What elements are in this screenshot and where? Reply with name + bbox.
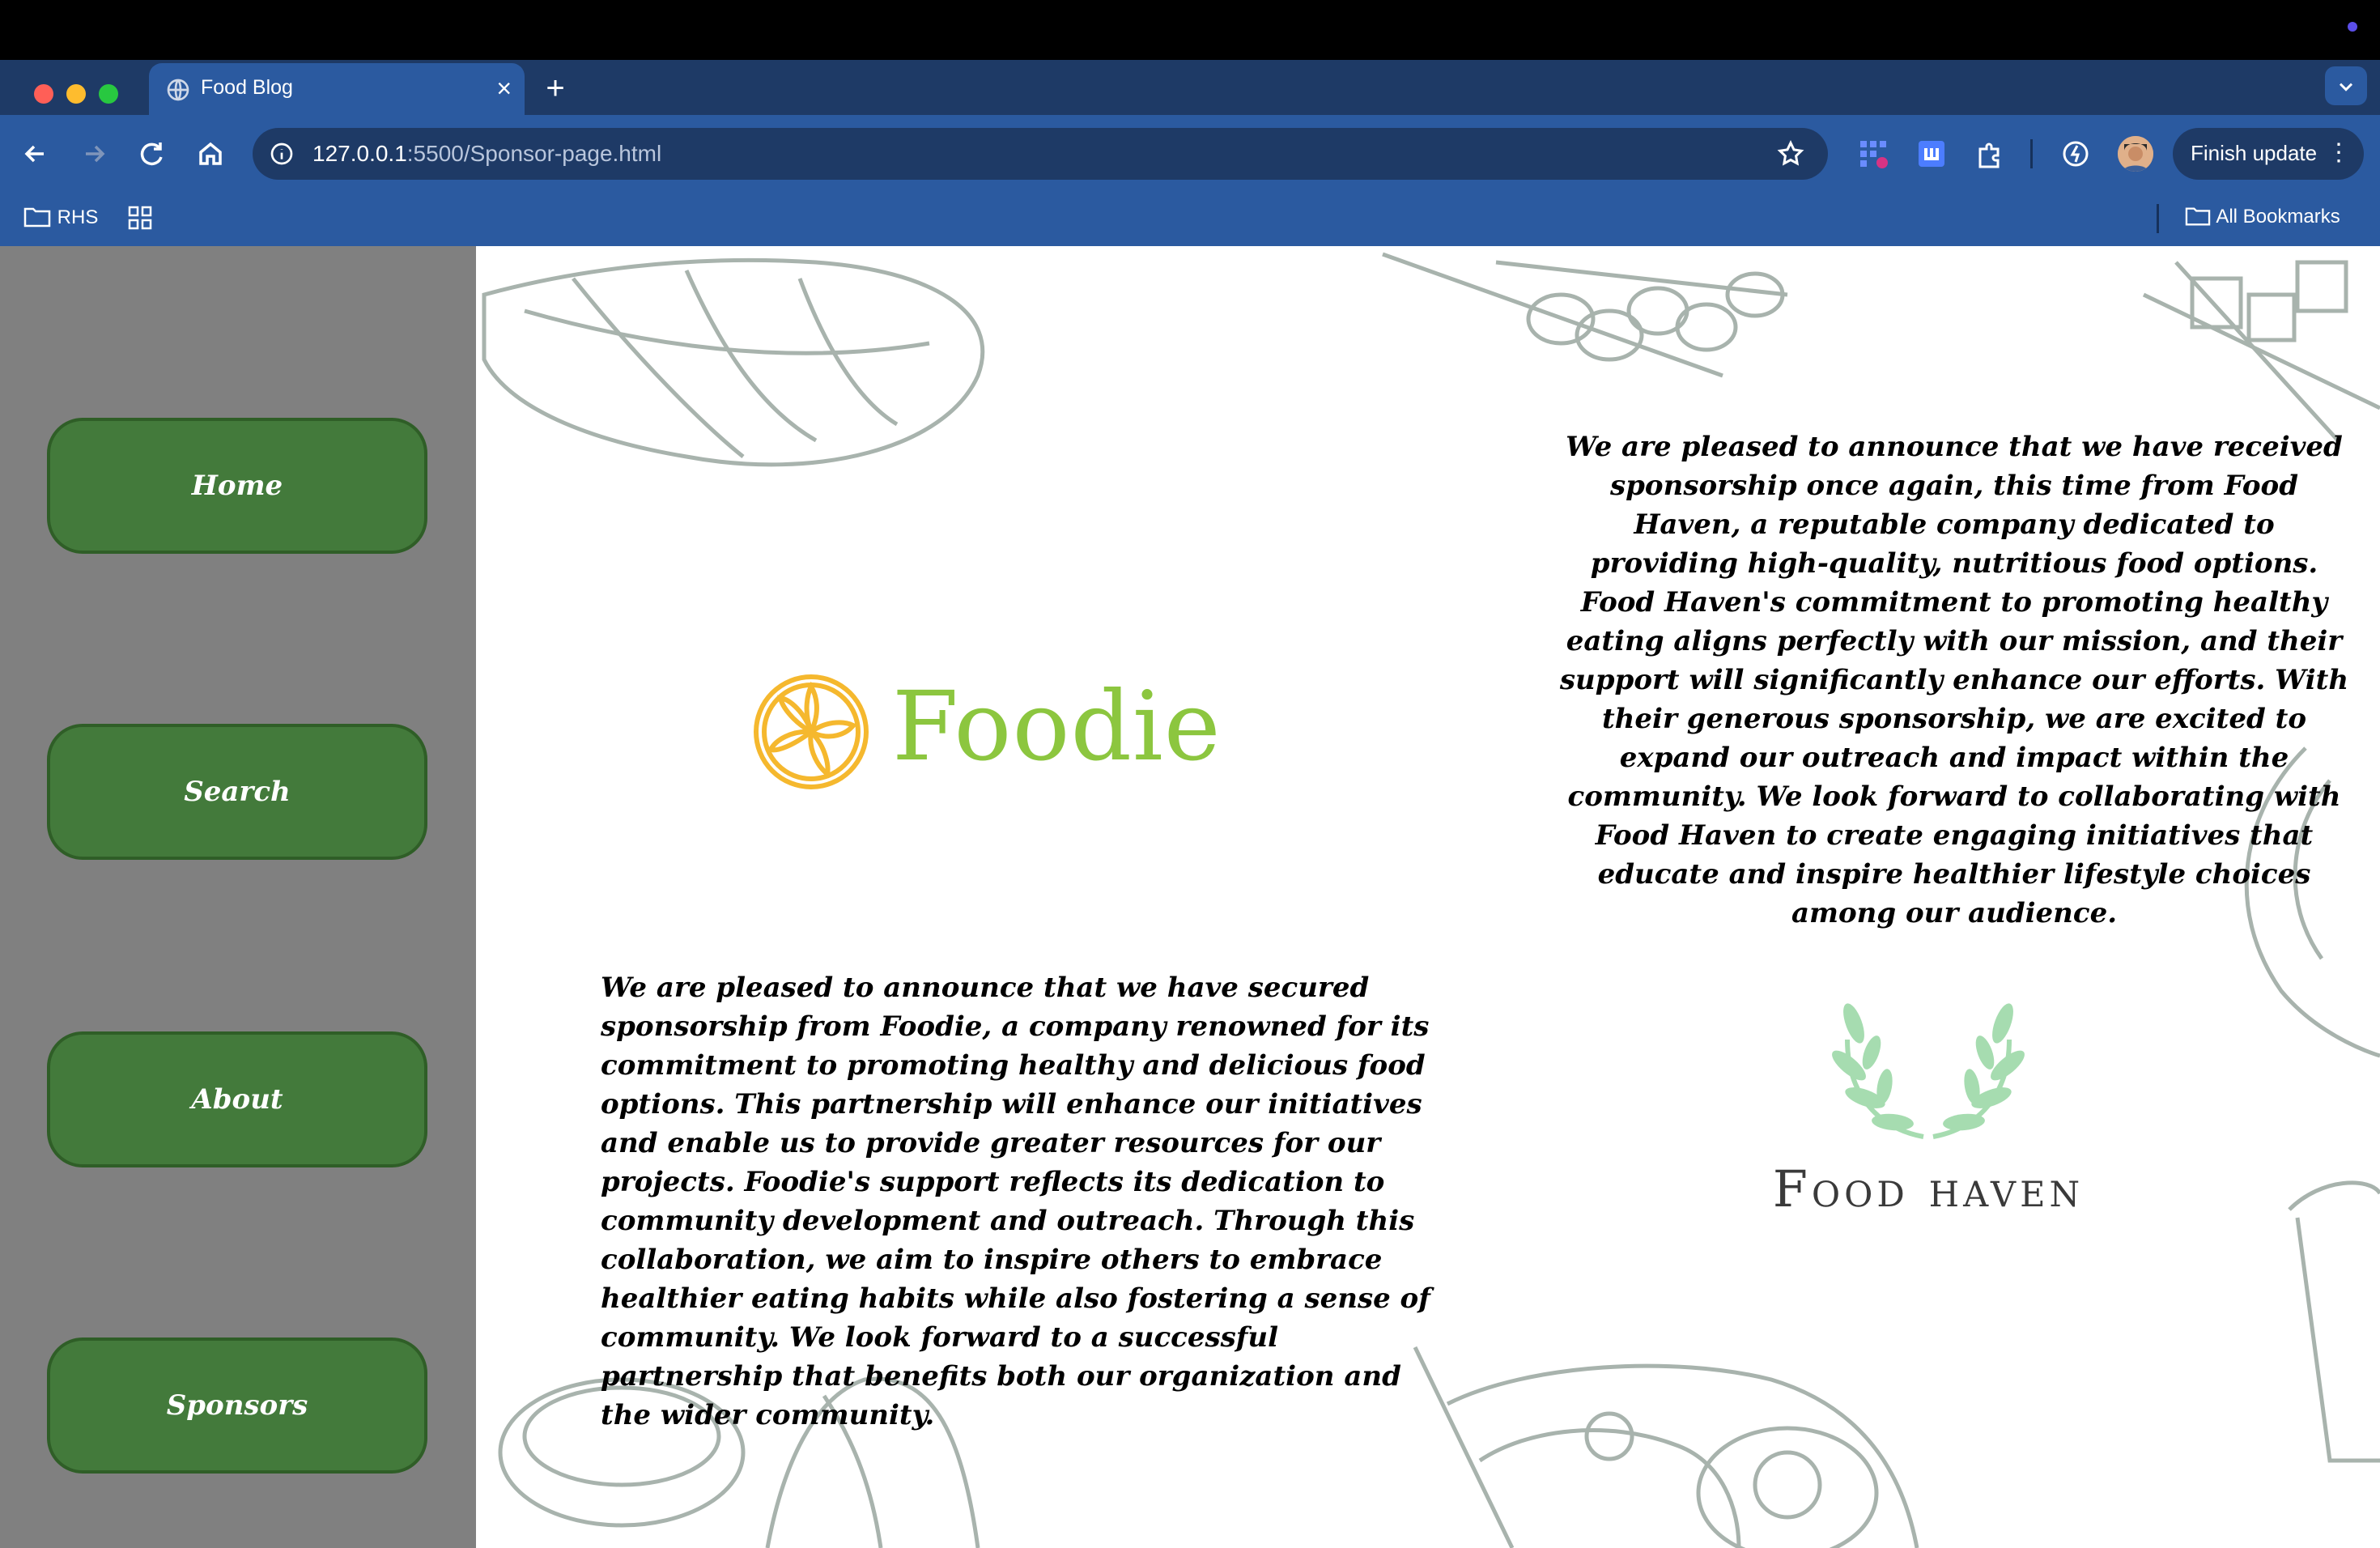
maximize-window-button[interactable] xyxy=(99,84,118,104)
extension-grid-icon[interactable] xyxy=(1855,136,1891,172)
chevron-down-icon xyxy=(2339,83,2353,91)
nav-search-button[interactable]: Search xyxy=(47,724,427,860)
folder-icon xyxy=(2185,207,2211,226)
nav-sponsors-button[interactable]: Sponsors xyxy=(47,1337,427,1474)
food-haven-announcement: We are pleased to announce that we have … xyxy=(1559,431,2349,929)
tab-search-button[interactable] xyxy=(2325,66,2367,105)
nav-about-button[interactable]: About xyxy=(47,1031,427,1167)
home-button[interactable] xyxy=(191,134,230,173)
extension-m-icon[interactable] xyxy=(1914,136,1949,172)
forward-button[interactable] xyxy=(74,134,113,173)
bookmark-rhs-label: RHS xyxy=(57,206,99,228)
close-window-button[interactable] xyxy=(34,84,53,104)
bookmarks-divider xyxy=(2157,204,2159,233)
bookmarks-bar: RHS All Bookmarks xyxy=(0,193,2380,246)
bookmark-rhs[interactable]: RHS xyxy=(23,204,98,230)
apps-button[interactable] xyxy=(126,204,154,237)
foodie-announcement: We are pleased to announce that we have … xyxy=(601,972,1430,1431)
arrow-right-icon xyxy=(86,145,105,163)
new-tab-button[interactable]: + xyxy=(538,68,573,108)
avatar[interactable] xyxy=(2118,136,2153,172)
tab-title: Food Blog xyxy=(201,76,293,99)
back-button[interactable] xyxy=(16,134,55,173)
close-tab-icon[interactable]: × xyxy=(496,73,512,104)
sidebar: Home Search About Sponsors xyxy=(0,246,476,1548)
sponsor-page: Home Search About Sponsors We are please… xyxy=(0,246,2380,1548)
folder-icon xyxy=(23,207,51,228)
puzzle-icon[interactable] xyxy=(1972,136,2008,172)
finish-update-label: Finish update xyxy=(2191,141,2318,165)
all-bookmarks-label: All Bookmarks xyxy=(2216,206,2340,228)
browser-toolbar: 127.0.0.1:5500/Sponsor-page.html Finish … xyxy=(0,115,2380,193)
tab-strip: Food Blog × + xyxy=(0,60,2380,117)
foodie-logo: Foodie xyxy=(751,659,1221,805)
url-host: 127.0.0.1 xyxy=(312,141,407,166)
address-bar[interactable]: 127.0.0.1:5500/Sponsor-page.html xyxy=(253,128,1828,180)
os-menu-bar xyxy=(0,0,2380,60)
all-bookmarks-button[interactable]: All Bookmarks xyxy=(2184,204,2340,228)
main-content: We are pleased to announce that we have … xyxy=(476,246,2380,1548)
toolbar-divider xyxy=(2030,139,2033,168)
globe-icon xyxy=(167,79,189,101)
tab-food-blog[interactable]: Food Blog × xyxy=(149,63,525,117)
reload-button[interactable] xyxy=(133,134,172,173)
reload-icon xyxy=(140,142,163,166)
food-haven-logo: Food haven xyxy=(1710,975,2147,1218)
apps-grid-icon xyxy=(128,206,152,230)
status-dot xyxy=(2348,22,2357,32)
site-info-icon[interactable] xyxy=(269,141,295,167)
url-path: :5500/Sponsor-page.html xyxy=(406,141,662,166)
laurel-wreath-icon xyxy=(1832,1003,2025,1139)
nav-home-button[interactable]: Home xyxy=(47,418,427,554)
star-icon[interactable] xyxy=(1776,139,1805,168)
performance-icon[interactable] xyxy=(2058,136,2093,172)
arrow-left-icon xyxy=(24,145,44,163)
home-icon xyxy=(199,142,222,165)
more-vert-icon[interactable]: ⋮ xyxy=(2327,138,2351,168)
foodie-logo-text: Foodie xyxy=(892,670,1222,782)
food-haven-logo-text: Food haven xyxy=(1772,1159,2085,1218)
lemon-slice-icon xyxy=(754,674,869,789)
finish-update-button[interactable]: Finish update ⋮ xyxy=(2173,128,2364,180)
url-text: 127.0.0.1:5500/Sponsor-page.html xyxy=(312,141,661,167)
minimize-window-button[interactable] xyxy=(66,84,86,104)
